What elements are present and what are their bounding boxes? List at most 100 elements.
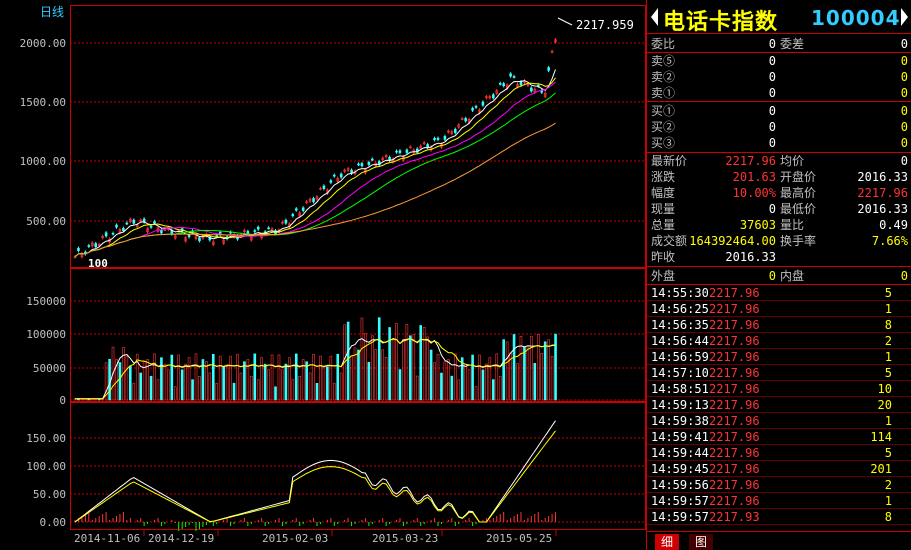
candle: [498, 83, 502, 85]
tick-row[interactable]: 14:59:13 2217.96 20: [647, 397, 911, 413]
title-bar: 电话卡指数 100004: [647, 0, 911, 35]
weicha-value: 0: [900, 37, 908, 51]
volume-bar: [239, 372, 243, 401]
tick-row[interactable]: 14:59:57 2217.93 8: [647, 509, 911, 525]
period-label: 日线: [40, 5, 64, 19]
volume-bar: [505, 341, 509, 401]
volume-bar: [384, 357, 388, 401]
date-tick: 2015-03-23: [372, 532, 438, 545]
volume-bar: [474, 386, 478, 401]
volume-bar: [547, 339, 550, 401]
indicator-tick: 100.00: [26, 460, 66, 473]
volume-bar: [326, 366, 329, 401]
sell-row: 卖① 0 0: [651, 86, 908, 100]
volume-bar: [364, 333, 367, 401]
volume-bar: [367, 361, 371, 401]
tick-row[interactable]: 14:59:41 2217.96 114: [647, 429, 911, 445]
volume-bar: [391, 339, 395, 401]
tick-row[interactable]: 14:56:59 2217.96 1: [647, 349, 911, 365]
candle: [294, 208, 298, 211]
volume-bar: [211, 353, 215, 401]
tick-row[interactable]: 14:56:25 2217.96 1: [647, 301, 911, 317]
candle: [301, 207, 305, 211]
quote-row: 现量 0 最低价 2016.33: [651, 202, 908, 216]
volume-bar: [153, 353, 156, 401]
candle: [502, 83, 505, 87]
tab-detail[interactable]: 细: [655, 534, 680, 550]
volume-tick: 150000: [26, 295, 66, 308]
volume-tick: 0: [59, 394, 66, 407]
tick-row[interactable]: 14:57:10 2217.96 5: [647, 365, 911, 381]
candle: [519, 81, 523, 86]
volume-bar: [464, 363, 467, 401]
candle: [547, 67, 550, 71]
volume-bar: [398, 369, 402, 401]
volume-bar: [163, 363, 167, 401]
volume-bar: [250, 375, 253, 401]
volume-bar: [274, 386, 277, 401]
volume-bar: [187, 357, 191, 401]
last-price-label: 2217.959: [576, 18, 634, 32]
candle: [395, 150, 398, 153]
outer-inner-row: 外盘 0 内盘 0: [651, 269, 908, 283]
start-label: 100: [88, 257, 108, 270]
tick-row[interactable]: 14:59:57 2217.96 1: [647, 493, 911, 509]
volume-bar: [339, 372, 343, 401]
volume-bar: [533, 362, 537, 401]
volume-bar: [554, 333, 557, 401]
volume-bar: [139, 372, 142, 401]
tick-row[interactable]: 14:56:44 2217.96 2: [647, 333, 911, 349]
volume-bar: [167, 369, 170, 401]
sell-row: 卖⑤ 0 0: [651, 54, 908, 68]
tick-row[interactable]: 14:59:45 2217.96 201: [647, 461, 911, 477]
volume-bar: [540, 352, 544, 401]
volume-bar: [177, 354, 181, 401]
volume-bar: [156, 379, 160, 401]
index-name: 电话卡指数: [663, 10, 779, 35]
prev-arrow-icon[interactable]: [651, 8, 658, 26]
volume-bar: [377, 317, 381, 401]
candle: [77, 247, 80, 252]
candle: [443, 136, 447, 140]
chart-area[interactable]: 2000.00 1500.00 1000.00 500.00 日线 150000 10000…: [0, 0, 646, 550]
candle: [512, 76, 516, 78]
tick-row[interactable]: 14:59:56 2217.96 2: [647, 477, 911, 493]
tick-row[interactable]: 14:58:51 2217.96 10: [647, 381, 911, 397]
volume-bar: [298, 376, 302, 401]
next-arrow-icon[interactable]: [901, 8, 908, 26]
candle: [492, 94, 495, 99]
volume-bar: [374, 349, 378, 401]
volume-bar: [440, 372, 443, 401]
volume-bar: [443, 361, 447, 401]
volume-bar: [284, 363, 288, 401]
buy-row: 买② 0 0: [651, 120, 908, 134]
volume-bar: [409, 335, 412, 401]
volume-bar: [277, 354, 281, 401]
tick-row[interactable]: 14:59:44 2217.96 5: [647, 445, 911, 461]
volume-bar: [253, 353, 257, 401]
candle: [111, 232, 115, 235]
volume-bar: [305, 361, 308, 401]
tick-row[interactable]: 14:56:35 2217.96 8: [647, 317, 911, 333]
kline-chart[interactable]: 2000.001500.001000.00500.00日线15000010000…: [0, 0, 646, 550]
volume-bar: [332, 382, 336, 401]
candle: [115, 224, 118, 228]
volume-bar: [236, 353, 239, 401]
volume-bar: [478, 354, 481, 401]
volume-bar: [312, 353, 315, 401]
candle: [464, 118, 467, 122]
tick-row[interactable]: 14:55:30 2217.96 5: [647, 285, 911, 301]
candle: [312, 198, 315, 203]
date-tick: 2015-05-25: [486, 532, 552, 545]
volume-bar: [256, 379, 260, 401]
volume-bar: [180, 369, 184, 401]
candle: [267, 227, 270, 230]
volume-bar: [205, 361, 208, 401]
volume-bar: [198, 375, 201, 401]
tick-row[interactable]: 14:59:38 2217.96 1: [647, 413, 911, 429]
candle: [329, 180, 333, 183]
tab-chart[interactable]: 图: [689, 534, 714, 550]
volume-bar: [488, 357, 492, 401]
indicator-tick: 0.00: [40, 516, 67, 529]
volume-bar: [536, 334, 540, 401]
